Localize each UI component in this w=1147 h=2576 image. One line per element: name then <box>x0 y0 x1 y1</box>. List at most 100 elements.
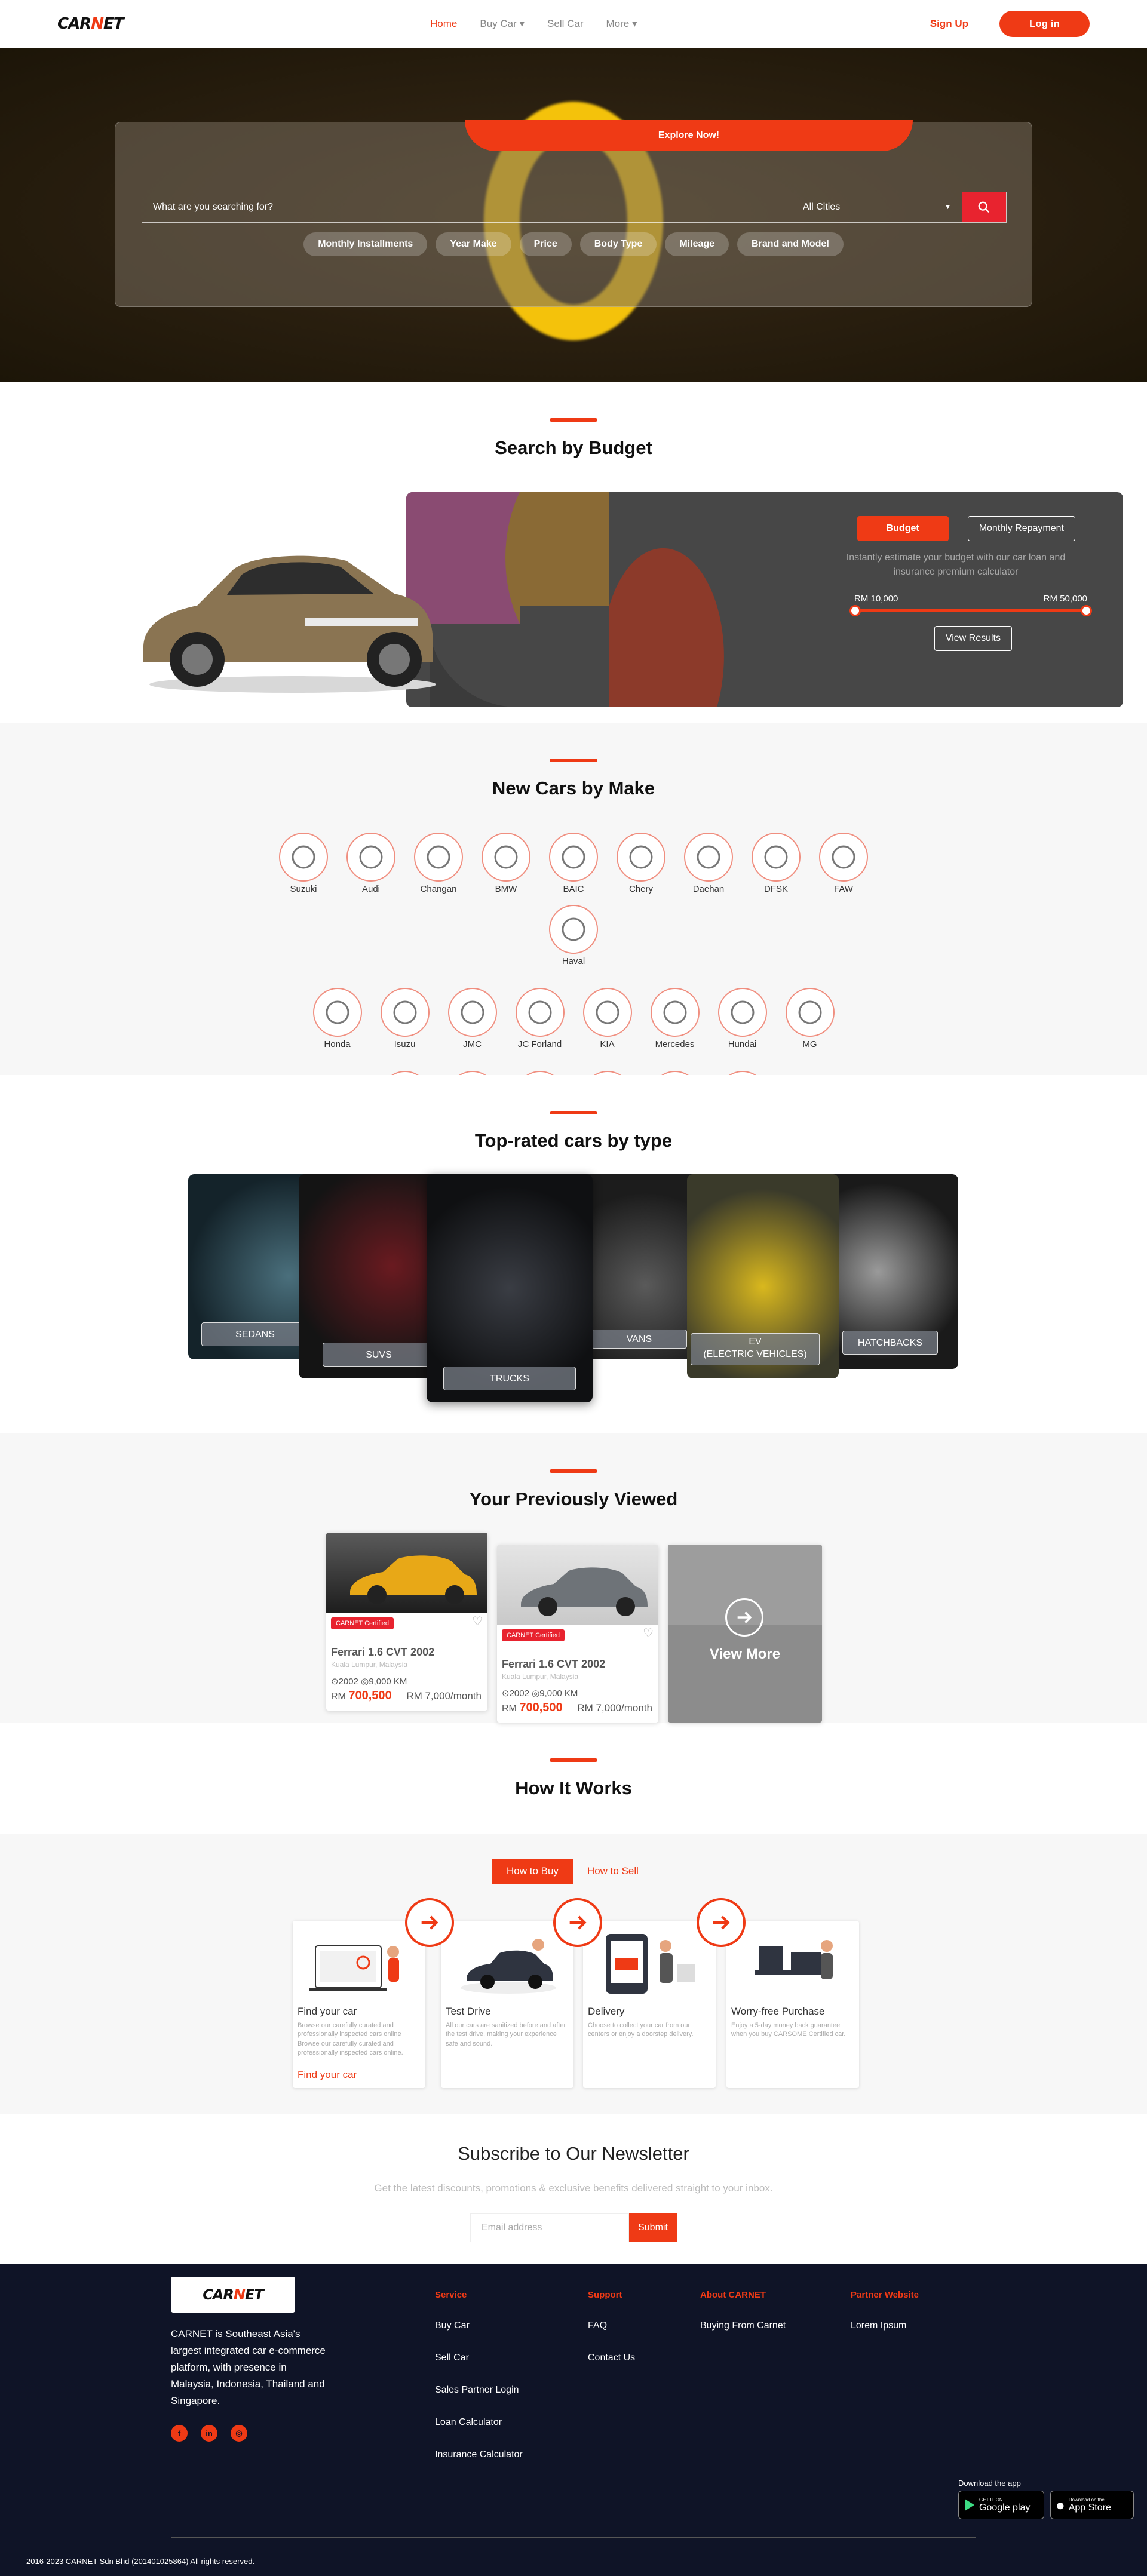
brand-logo-icon <box>312 988 362 1037</box>
view-more-card[interactable]: View More <box>668 1545 822 1723</box>
make-item[interactable]: MG <box>785 988 835 1049</box>
car-test-drive-illustration <box>461 1939 556 1994</box>
footer-link-insurance-calculator[interactable]: Insurance Calculator <box>435 2449 523 2460</box>
search-button[interactable] <box>962 192 1006 222</box>
view-results-button[interactable]: View Results <box>934 626 1012 651</box>
type-card-trucks[interactable]: TRUCKS <box>427 1174 593 1402</box>
filter-price[interactable]: Price <box>519 232 572 256</box>
footer-link-buying[interactable]: Buying From Carnet <box>700 2320 786 2331</box>
carnet-logo[interactable]: CARNET <box>57 15 124 33</box>
social-links: f in ◎ <box>171 2425 247 2442</box>
car-card[interactable]: CARNET Certified ♡ Ferrari 1.6 CVT 2002 … <box>497 1545 658 1723</box>
make-item[interactable]: Isuzu <box>380 988 430 1049</box>
monthly-repayment-tab[interactable]: Monthly Repayment <box>967 516 1075 541</box>
make-item[interactable]: BAIC <box>549 833 598 894</box>
nav-more[interactable]: More ▾ <box>606 18 637 30</box>
make-item[interactable]: Daehan <box>684 833 733 894</box>
google-play-button[interactable]: GET IT ON Google play <box>958 2491 1044 2519</box>
instagram-icon[interactable]: ◎ <box>231 2425 247 2442</box>
make-item[interactable]: BMW <box>482 833 530 894</box>
footer-link-sell-car[interactable]: Sell Car <box>435 2353 523 2363</box>
heart-icon[interactable]: ♡ <box>643 1626 654 1641</box>
type-label: VANS <box>591 1330 687 1349</box>
filter-brand-model[interactable]: Brand and Model <box>737 232 844 256</box>
car-monthly: RM 7,000/month <box>406 1690 482 1702</box>
makes-title: New Cars by Make <box>492 778 655 799</box>
make-item[interactable]: DFSK <box>752 833 801 894</box>
filter-body-type[interactable]: Body Type <box>579 232 657 256</box>
laptop-search-illustration <box>309 1945 399 1991</box>
footer-link-buy-car[interactable]: Buy Car <box>435 2320 523 2331</box>
delivery-illustration <box>606 1934 695 1994</box>
suv-car-image <box>143 555 436 693</box>
filter-monthly-installments[interactable]: Monthly Installments <box>303 232 428 256</box>
section-accent-bar <box>550 1111 597 1114</box>
footer-link-partner[interactable]: Lorem Ipsum <box>851 2320 919 2331</box>
brand-logo-icon <box>482 833 530 882</box>
brand-logo-icon <box>549 905 598 954</box>
nav-buy-car[interactable]: Buy Car ▾ <box>480 18 525 30</box>
budget-tab[interactable]: Budget <box>857 516 949 541</box>
footer-logo[interactable]: CARNET <box>171 2277 295 2313</box>
make-item[interactable]: Honda <box>312 988 362 1049</box>
make-name: JC Forland <box>517 1039 562 1049</box>
make-item[interactable]: Hundai <box>717 988 767 1049</box>
make-item[interactable]: Mercedes <box>650 988 700 1049</box>
find-your-car-link[interactable]: Find your car <box>298 2069 357 2081</box>
type-card-hatchbacks[interactable]: HATCHBACKS <box>824 1174 958 1369</box>
arrow-right-icon <box>405 1898 454 1947</box>
make-item[interactable]: Changan <box>414 833 463 894</box>
brand-logo-icon <box>380 988 430 1037</box>
make-item[interactable]: KIA <box>582 988 632 1049</box>
facebook-icon[interactable]: f <box>171 2425 188 2442</box>
submit-button[interactable]: Submit <box>629 2213 677 2242</box>
budget-range-slider[interactable] <box>849 605 1092 616</box>
make-name: Honda <box>324 1039 351 1049</box>
budget-description: Instantly estimate your budget with our … <box>846 552 1066 577</box>
type-label: TRUCKS <box>443 1367 576 1390</box>
make-item[interactable]: Chery <box>617 833 665 894</box>
make-item[interactable]: Audi <box>346 833 395 894</box>
footer-link-contact[interactable]: Contact Us <box>588 2353 635 2363</box>
footer: CARNET CARNET is Southeast Asia's larges… <box>0 2264 1147 2576</box>
login-button[interactable]: Log in <box>999 11 1090 37</box>
make-item[interactable]: JMC <box>447 988 497 1049</box>
types-title: Top-rated cars by type <box>474 1130 673 1151</box>
email-field[interactable] <box>470 2213 629 2242</box>
car-card[interactable]: CARNET Certified ♡ Ferrari 1.6 CVT 2002 … <box>326 1533 487 1711</box>
how-to-buy-tab[interactable]: How to Buy <box>492 1859 573 1884</box>
make-item[interactable]: FAW <box>819 833 868 894</box>
newsletter-title: Subscribe to Our Newsletter <box>458 2143 689 2164</box>
car-monthly: RM 7,000/month <box>577 1702 652 1714</box>
explore-now-tab[interactable]: Explore Now! <box>465 120 913 151</box>
brand-logo-icon <box>279 833 328 882</box>
city-select[interactable]: All Cities ▼ <box>792 192 962 222</box>
make-item[interactable]: Suzuki <box>279 833 328 894</box>
type-card-ev[interactable]: EV (ELECTRIC VEHICLES) <box>687 1174 839 1378</box>
make-item[interactable]: Haval <box>549 905 598 966</box>
footer-divider <box>171 2537 976 2538</box>
footer-partner-column: Partner Website Lorem Ipsum <box>851 2290 919 2353</box>
section-accent-bar <box>550 1469 597 1473</box>
app-store-button[interactable]: ● Download on the App Store <box>1050 2491 1134 2519</box>
search-input[interactable] <box>142 192 792 222</box>
footer-link-loan-calculator[interactable]: Loan Calculator <box>435 2417 523 2428</box>
heart-icon[interactable]: ♡ <box>472 1614 483 1629</box>
footer-col-title: Service <box>435 2290 467 2300</box>
car-name: Ferrari 1.6 CVT 2002 <box>331 1646 435 1658</box>
nav-home[interactable]: Home <box>430 18 457 30</box>
footer-link-sales-partner[interactable]: Sales Partner Login <box>435 2385 523 2396</box>
range-max-handle[interactable] <box>1081 605 1092 616</box>
previously-viewed-section: Your Previously Viewed CARNET Certified … <box>0 1433 1147 1723</box>
purchase-illustration <box>755 1940 833 1979</box>
filter-mileage[interactable]: Mileage <box>665 232 729 256</box>
make-item[interactable]: JC Forland <box>515 988 565 1049</box>
nav-sell-car[interactable]: Sell Car <box>547 18 583 30</box>
linkedin-icon[interactable]: in <box>201 2425 217 2442</box>
footer-link-faq[interactable]: FAQ <box>588 2320 635 2331</box>
how-to-sell-tab[interactable]: How to Sell <box>573 1859 653 1884</box>
signup-link[interactable]: Sign Up <box>930 18 968 30</box>
filter-year-make[interactable]: Year Make <box>436 232 511 256</box>
car-meta: ⊙2002 ◎9,000 KM <box>331 1677 407 1687</box>
range-min-handle[interactable] <box>849 605 861 616</box>
